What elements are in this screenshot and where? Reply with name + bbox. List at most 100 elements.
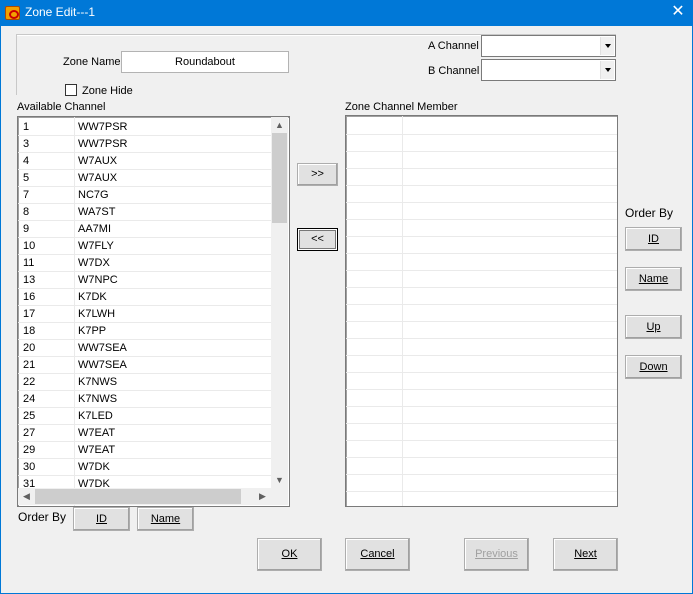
channel-name: NC7G bbox=[78, 189, 109, 201]
zone-channel-member-label: Zone Channel Member bbox=[345, 101, 458, 113]
order-by-name-button[interactable]: Name bbox=[625, 267, 682, 291]
empty-row bbox=[346, 203, 617, 220]
zone-hide-checkbox[interactable] bbox=[65, 84, 77, 96]
table-row[interactable]: 4 W7AUX bbox=[18, 153, 271, 170]
ok-label: OK bbox=[281, 548, 298, 560]
channel-name: W7DK bbox=[78, 461, 110, 473]
table-row[interactable]: 11 W7DX bbox=[18, 255, 271, 272]
available-channel-label: Available Channel bbox=[17, 101, 106, 113]
table-row[interactable]: 5 W7AUX bbox=[18, 170, 271, 187]
empty-row bbox=[346, 169, 617, 186]
channel-id: 18 bbox=[23, 325, 36, 337]
next-button[interactable]: Next bbox=[553, 538, 618, 571]
add-to-zone-button[interactable]: >> bbox=[297, 163, 338, 186]
scroll-left-icon[interactable]: ◀ bbox=[18, 488, 35, 504]
bottom-order-by-id-label: ID bbox=[96, 513, 107, 525]
b-channel-select[interactable] bbox=[481, 59, 616, 81]
ok-button[interactable]: OK bbox=[257, 538, 322, 571]
table-row[interactable]: 24 K7NWS bbox=[18, 391, 271, 408]
vertical-scroll-thumb[interactable] bbox=[272, 133, 287, 223]
table-row[interactable]: 29 W7EAT bbox=[18, 442, 271, 459]
table-row[interactable]: 8 WA7ST bbox=[18, 204, 271, 221]
channel-name: W7DX bbox=[78, 257, 110, 269]
channel-id: 24 bbox=[23, 393, 36, 405]
available-horizontal-scrollbar[interactable]: ◀ ▶ bbox=[18, 488, 271, 505]
channel-id: 3 bbox=[23, 138, 30, 150]
bottom-order-by-name-label: Name bbox=[150, 513, 181, 525]
table-row[interactable]: 25 K7LED bbox=[18, 408, 271, 425]
channel-name: W7AUX bbox=[78, 172, 118, 184]
channel-name: K7NWS bbox=[78, 376, 118, 388]
scroll-up-icon[interactable]: ▲ bbox=[271, 117, 288, 133]
previous-button[interactable]: Previous bbox=[464, 538, 529, 571]
available-vertical-scrollbar[interactable]: ▲ ▼ bbox=[271, 117, 288, 488]
channel-name: WW7PSR bbox=[78, 121, 128, 133]
table-row[interactable]: 20 WW7SEA bbox=[18, 340, 271, 357]
empty-row bbox=[346, 237, 617, 254]
table-row[interactable]: 30 W7DK bbox=[18, 459, 271, 476]
cancel-label: Cancel bbox=[360, 548, 395, 560]
next-label: Next bbox=[574, 548, 597, 560]
chevron-down-icon[interactable] bbox=[600, 37, 614, 55]
channel-name: WW7SEA bbox=[78, 359, 127, 371]
table-row[interactable]: 10 W7FLY bbox=[18, 238, 271, 255]
channel-name: WW7PSR bbox=[78, 138, 128, 150]
channel-name: W7NPC bbox=[78, 274, 118, 286]
table-row[interactable]: 22 K7NWS bbox=[18, 374, 271, 391]
empty-row bbox=[346, 475, 617, 492]
scroll-corner bbox=[271, 488, 288, 505]
empty-row bbox=[346, 424, 617, 441]
channel-name: K7LED bbox=[78, 410, 113, 422]
empty-row bbox=[346, 220, 617, 237]
a-channel-select[interactable] bbox=[481, 35, 616, 57]
zone-name-label: Zone Name bbox=[63, 56, 121, 68]
table-row[interactable]: 21 WW7SEA bbox=[18, 357, 271, 374]
channel-name: K7DK bbox=[78, 291, 107, 303]
horizontal-scroll-thumb[interactable] bbox=[35, 489, 241, 504]
channel-id: 21 bbox=[23, 359, 36, 371]
table-row[interactable]: 9 AA7MI bbox=[18, 221, 271, 238]
table-row[interactable]: 7 NC7G bbox=[18, 187, 271, 204]
empty-row bbox=[346, 356, 617, 373]
table-row[interactable]: 18 K7PP bbox=[18, 323, 271, 340]
channel-id: 17 bbox=[23, 308, 36, 320]
channel-id: 27 bbox=[23, 427, 36, 439]
remove-from-zone-button[interactable]: << bbox=[297, 228, 338, 251]
empty-row bbox=[346, 305, 617, 322]
move-down-button[interactable]: Down bbox=[625, 355, 682, 379]
move-up-label: Up bbox=[646, 321, 661, 333]
empty-row bbox=[346, 390, 617, 407]
zone-hide-label: Zone Hide bbox=[82, 85, 133, 97]
empty-row bbox=[346, 339, 617, 356]
table-row[interactable]: 17 K7LWH bbox=[18, 306, 271, 323]
bottom-order-by-name-button[interactable]: Name bbox=[137, 507, 194, 531]
zone-channel-member-list[interactable] bbox=[345, 115, 618, 507]
move-up-button[interactable]: Up bbox=[625, 315, 682, 339]
close-button[interactable]: ✕ bbox=[663, 0, 693, 26]
zone-name-input[interactable]: Roundabout bbox=[121, 51, 289, 73]
channel-name: K7PP bbox=[78, 325, 107, 337]
table-row[interactable]: 13 W7NPC bbox=[18, 272, 271, 289]
order-by-id-button[interactable]: ID bbox=[625, 227, 682, 251]
empty-row bbox=[346, 407, 617, 424]
bottom-order-by-id-button[interactable]: ID bbox=[73, 507, 130, 531]
channel-name: K7LWH bbox=[78, 308, 116, 320]
table-row[interactable]: 16 K7DK bbox=[18, 289, 271, 306]
scroll-down-icon[interactable]: ▼ bbox=[271, 472, 288, 488]
channel-id: 8 bbox=[23, 206, 30, 218]
table-row[interactable]: 27 W7EAT bbox=[18, 425, 271, 442]
channel-id: 9 bbox=[23, 223, 30, 235]
channel-id: 11 bbox=[23, 257, 35, 269]
move-down-label: Down bbox=[639, 361, 668, 373]
cancel-button[interactable]: Cancel bbox=[345, 538, 410, 571]
table-row[interactable]: 3 WW7PSR bbox=[18, 136, 271, 153]
empty-row bbox=[346, 441, 617, 458]
order-by-name-label: Name bbox=[638, 273, 669, 285]
channel-id: 30 bbox=[23, 461, 36, 473]
order-by-id-label: ID bbox=[648, 233, 659, 245]
title-bar[interactable]: Zone Edit---1 ✕ bbox=[0, 0, 693, 26]
available-channel-list[interactable]: 1 WW7PSR 3 WW7PSR 4 W7AUX 5 W7AUX 7 NC7G 8 WA7ST 9 AA… bbox=[17, 116, 290, 507]
table-row[interactable]: 1 WW7PSR bbox=[18, 119, 271, 136]
scroll-right-icon[interactable]: ▶ bbox=[254, 488, 271, 504]
chevron-down-icon[interactable] bbox=[600, 61, 614, 79]
